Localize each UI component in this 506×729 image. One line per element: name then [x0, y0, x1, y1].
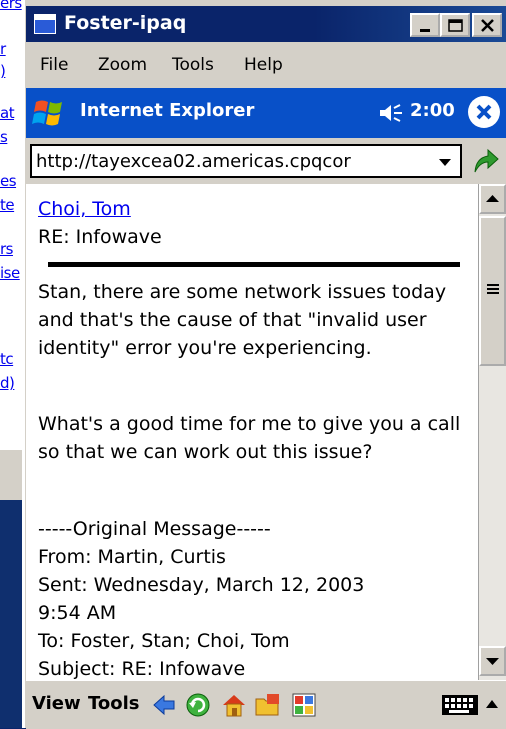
refresh-icon[interactable] — [184, 691, 212, 719]
original-subject: Subject: RE: Infowave — [38, 658, 246, 680]
background-page: ers r ) at s es te rs ise tc d) — [0, 0, 24, 450]
menu-file[interactable]: File — [40, 55, 68, 75]
background-panel — [0, 450, 24, 500]
ie-close-button[interactable] — [468, 96, 500, 128]
window-title-bar[interactable]: Foster-ipaq — [26, 6, 506, 42]
window-app-icon — [34, 14, 56, 34]
windows-start-icon[interactable] — [30, 94, 68, 132]
address-bar: http://tayexcea02.americas.cpqcor — [26, 138, 506, 184]
original-sent: Sent: Wednesday, March 12, 2003 — [38, 574, 365, 596]
view-menu[interactable]: View — [32, 693, 81, 714]
menu-tools[interactable]: Tools — [172, 55, 214, 75]
minimize-button[interactable] — [410, 13, 440, 37]
minimize-icon — [420, 29, 430, 32]
bg-link-fragment[interactable]: ers — [0, 0, 22, 12]
body-paragraph-2: What's a good time for me to give you a … — [38, 413, 461, 463]
original-to: To: Foster, Stan; Choi, Tom — [38, 630, 290, 652]
menu-help[interactable]: Help — [244, 55, 283, 75]
maximize-button[interactable] — [440, 13, 470, 37]
scroll-up-button[interactable] — [479, 184, 506, 214]
window-title: Foster-ipaq — [64, 12, 187, 34]
scroll-thumb[interactable] — [479, 216, 506, 366]
bg-link-fragment[interactable]: at — [0, 104, 15, 122]
address-input[interactable]: http://tayexcea02.americas.cpqcor — [30, 144, 462, 178]
chevron-up-icon[interactable] — [484, 697, 500, 711]
arrow-down-icon — [486, 658, 499, 665]
home-icon[interactable] — [220, 691, 248, 719]
body-paragraph-1: Stan, there are some network issues toda… — [38, 281, 447, 359]
maximize-icon — [448, 19, 463, 32]
bg-link-fragment[interactable]: rs — [0, 240, 13, 258]
divider — [48, 262, 460, 267]
ie-title-bar: Internet Explorer 2:00 — [26, 88, 506, 138]
close-icon — [481, 19, 494, 32]
bottom-toolbar: View Tools — [26, 680, 506, 729]
original-message-header: -----Original Message----- — [38, 518, 271, 540]
menu-bar: File Zoom Tools Help — [26, 48, 506, 84]
close-icon — [476, 104, 492, 120]
chevron-down-icon[interactable] — [438, 158, 452, 168]
bg-link-fragment[interactable]: ise — [0, 264, 20, 282]
view-mode-icon[interactable] — [290, 691, 318, 719]
bg-link-fragment[interactable]: r — [0, 40, 6, 58]
original-from: From: Martin, Curtis — [38, 546, 226, 568]
original-sent-time: 9:54 AM — [38, 602, 117, 624]
sender-link[interactable]: Choi, Tom — [38, 198, 131, 220]
bg-link-fragment[interactable]: es — [0, 172, 17, 190]
menu-zoom[interactable]: Zoom — [98, 55, 147, 75]
vertical-scrollbar[interactable] — [478, 184, 506, 680]
bg-link-fragment[interactable]: ) — [0, 62, 6, 80]
address-url: http://tayexcea02.americas.cpqcor — [36, 151, 351, 172]
speaker-icon[interactable] — [378, 102, 406, 124]
scroll-down-button[interactable] — [479, 646, 506, 676]
tools-menu[interactable]: Tools — [88, 693, 140, 714]
bg-link-fragment[interactable]: tc — [0, 350, 14, 368]
subject-text: RE: Infowave — [38, 226, 162, 248]
background-desktop — [0, 500, 24, 728]
keyboard-icon[interactable] — [440, 691, 482, 719]
pda-screen: Internet Explorer 2:00 http://tayexcea02… — [26, 88, 506, 729]
clock-time[interactable]: 2:00 — [410, 100, 455, 121]
bg-link-fragment[interactable]: s — [0, 128, 8, 146]
bg-link-fragment[interactable]: d) — [0, 374, 15, 392]
ie-app-title: Internet Explorer — [80, 100, 255, 121]
favorites-folder-icon[interactable] — [254, 691, 282, 719]
bg-link-fragment[interactable]: te — [0, 196, 15, 214]
grip-icon — [487, 284, 499, 286]
message-view: Choi, Tom RE: Infowave Stan, there are s… — [26, 184, 478, 680]
close-window-button[interactable] — [472, 13, 502, 37]
arrow-up-icon — [486, 195, 499, 202]
go-arrow-icon[interactable] — [470, 146, 500, 176]
back-arrow-icon[interactable] — [150, 691, 178, 719]
